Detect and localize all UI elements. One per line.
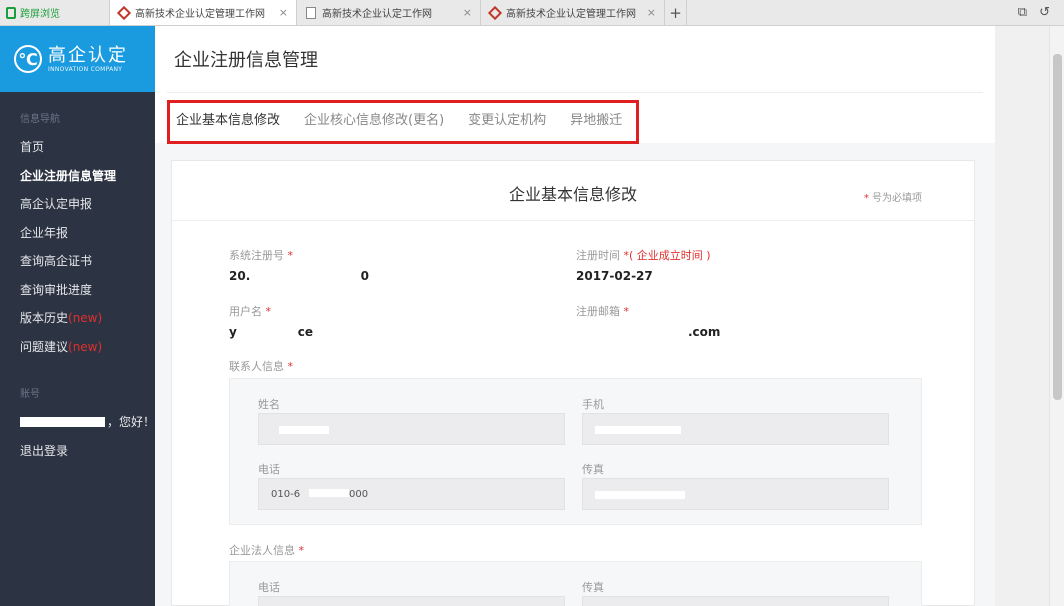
contact-name-input[interactable]	[258, 413, 565, 445]
username-prefix: y	[229, 325, 237, 339]
tab-change-agency[interactable]: 变更认定机构	[468, 109, 546, 128]
site-favicon-icon	[489, 7, 501, 19]
tab-core-info-rename[interactable]: 企业核心信息修改(更名)	[304, 109, 444, 128]
logo-text: 高企认定 INNOVATION COMPANY	[48, 44, 128, 73]
tab-basic-info[interactable]: 企业基本信息修改	[176, 109, 280, 128]
sidebar-item-version-history[interactable]: 版本历史(new)	[0, 304, 155, 333]
page-favicon-icon	[305, 7, 317, 19]
form-card: 企业基本信息修改 * 号为必填项 系统注册号 * 20. 0 注册时间 *( 企…	[171, 160, 975, 606]
registration-number-prefix: 20.	[229, 269, 251, 283]
field-email: 注册邮箱 * .com	[576, 305, 721, 339]
redacted-value	[595, 491, 685, 499]
tel-value-prefix: 010-6	[271, 489, 301, 500]
sidebar-item-certification-apply[interactable]: 高企认定申报	[0, 190, 155, 219]
email-value: .com	[688, 325, 721, 339]
contact-mobile-input[interactable]	[582, 413, 889, 445]
contact-tel-label: 电话	[258, 463, 280, 476]
registration-number-suffix: 0	[360, 269, 369, 283]
sidebar-item-label: 版本历史	[20, 311, 69, 325]
main-content: 企业注册信息管理 企业基本信息修改 企业核心信息修改(更名) 变更认定机构 异地…	[155, 26, 995, 606]
contact-fax-label: 传真	[582, 463, 604, 476]
nav-group-heading: 信息导航	[20, 114, 60, 125]
sidebar-item-certificate-query[interactable]: 查询高企证书	[0, 247, 155, 276]
page-margin	[995, 26, 1049, 606]
field-registration-time: 注册时间 *( 企业成立时间 ) 2017-02-27	[576, 249, 711, 283]
legal-tel-label: 电话	[258, 581, 280, 594]
sidebar: ℃ 高企认定 INNOVATION COMPANY 信息导航 首页 企业注册信息…	[0, 26, 155, 606]
browser-toolbar-right: ⧉ ↺	[1018, 0, 1064, 25]
logo[interactable]: ℃ 高企认定 INNOVATION COMPANY	[0, 26, 155, 92]
contact-fax-input[interactable]	[582, 478, 889, 510]
sidebar-item-home[interactable]: 首页	[0, 133, 155, 162]
mode-label: 跨屏浏览	[20, 9, 60, 20]
greeting-text: ，您好！	[106, 415, 155, 429]
logo-title: 高企认定	[48, 44, 128, 66]
cross-screen-mode-button[interactable]: 跨屏浏览	[0, 0, 110, 25]
contact-panel: 姓名 手机 电话 传真 010-6 000	[229, 378, 922, 525]
subtab-bar: 企业基本信息修改 企业核心信息修改(更名) 变更认定机构 异地搬迁	[167, 100, 640, 144]
phone-icon	[6, 6, 16, 19]
logout-link[interactable]: 退出登录	[0, 437, 155, 466]
sidebar-item-progress-query[interactable]: 查询审批进度	[0, 276, 155, 305]
redacted-username	[20, 417, 105, 428]
redacted-value	[309, 489, 349, 497]
tab-close-icon[interactable]: ×	[647, 6, 656, 19]
card-header: 企业基本信息修改 * 号为必填项	[172, 161, 974, 221]
tab-close-icon[interactable]: ×	[279, 6, 288, 19]
scrollbar[interactable]	[1049, 26, 1064, 606]
sidebar-item-registration-info[interactable]: 企业注册信息管理	[0, 162, 155, 191]
new-badge: (new)	[68, 311, 103, 325]
user-greeting: ，您好！	[0, 408, 155, 437]
field-username: 用户名 * y ce	[229, 305, 313, 339]
redacted-value	[595, 426, 681, 434]
sidebar-item-annual-report[interactable]: 企业年报	[0, 219, 155, 248]
legal-panel: 电话 传真	[229, 561, 922, 606]
browser-tab-3[interactable]: 高新技术企业认定管理工作网 ×	[481, 0, 665, 25]
tab-relocation[interactable]: 异地搬迁	[570, 109, 622, 128]
browser-tab-strip: 跨屏浏览 高新技术企业认定管理工作网 × 高新技术企业认定工作网 × 高新技术企…	[0, 0, 1064, 26]
tab-close-icon[interactable]: ×	[463, 6, 472, 19]
sidebar-item-feedback[interactable]: 问题建议(new)	[0, 333, 155, 362]
page-title: 企业注册信息管理	[174, 50, 318, 71]
new-tab-button[interactable]: +	[665, 0, 687, 25]
logo-mark-icon: ℃	[14, 45, 42, 73]
tab-label: 高新技术企业认定工作网	[322, 9, 432, 20]
tab-label: 高新技术企业认定管理工作网	[135, 9, 265, 20]
new-badge: (new)	[68, 339, 103, 354]
legal-section-label: 企业法人信息 *	[229, 544, 304, 557]
undo-icon[interactable]: ↺	[1039, 5, 1050, 20]
username-suffix: ce	[297, 325, 313, 339]
logo-subtitle: INNOVATION COMPANY	[48, 65, 123, 73]
tel-value-suffix: 000	[349, 489, 369, 500]
field-registration-number: 系统注册号 * 20. 0	[229, 249, 369, 283]
contact-tel-input[interactable]: 010-6 000	[258, 478, 565, 510]
legal-fax-input[interactable]	[582, 596, 889, 606]
account-group-heading: 账号	[20, 389, 40, 400]
restore-window-icon[interactable]: ⧉	[1018, 5, 1027, 20]
tab-label: 高新技术企业认定管理工作网	[506, 9, 636, 20]
scrollbar-thumb[interactable]	[1053, 54, 1062, 400]
legal-tel-input[interactable]	[258, 596, 565, 606]
sidebar-item-label: 问题建议	[20, 339, 69, 354]
contact-mobile-label: 手机	[582, 398, 604, 411]
registration-time-value: 2017-02-27	[576, 269, 653, 283]
contact-name-label: 姓名	[258, 398, 280, 411]
legal-fax-label: 传真	[582, 581, 604, 594]
required-note: * 号为必填项	[863, 193, 922, 204]
contact-section-label: 联系人信息 *	[229, 360, 293, 373]
site-favicon-icon	[118, 7, 130, 19]
card-title: 企业基本信息修改	[508, 185, 637, 204]
divider	[167, 92, 983, 93]
browser-tab-2[interactable]: 高新技术企业认定工作网 ×	[297, 0, 481, 25]
redacted-value	[279, 426, 329, 434]
browser-tab-1[interactable]: 高新技术企业认定管理工作网 ×	[110, 0, 297, 25]
